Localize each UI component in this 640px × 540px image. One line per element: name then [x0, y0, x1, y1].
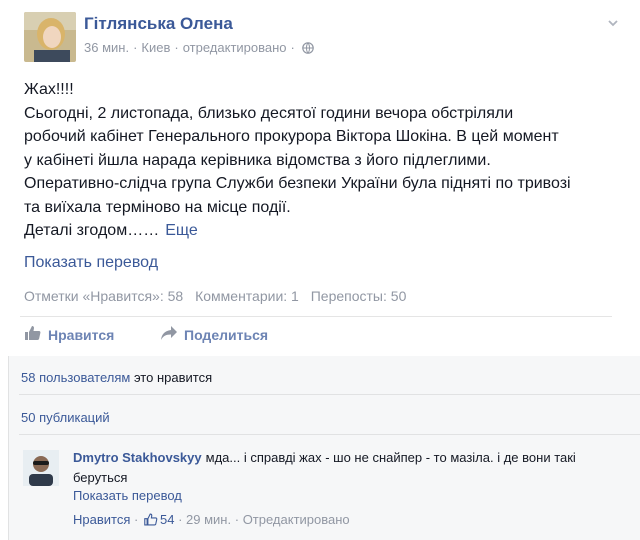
- post-line: робочий кабінет Генерального прокурора В…: [24, 128, 559, 145]
- comments-stat[interactable]: Комментарии: 1: [195, 288, 299, 304]
- chevron-down-icon[interactable]: [606, 16, 620, 30]
- see-more-link[interactable]: Еще: [165, 222, 198, 239]
- thumbs-up-icon: [144, 513, 158, 529]
- share-label: Поделиться: [184, 326, 269, 343]
- shares-stat[interactable]: Перепосты: 50: [311, 288, 407, 304]
- post-edited[interactable]: отредактировано: [183, 40, 287, 55]
- post-line: Оперативно-слідча група Служби безпеки У…: [24, 175, 571, 192]
- likes-summary: 58 пользователям это нравится: [21, 370, 213, 385]
- post-line: та виїхала терміново на місце події.: [24, 198, 291, 216]
- thumbs-up-icon: [24, 325, 48, 344]
- translate-link[interactable]: Показать перевод: [24, 254, 158, 272]
- comment-like-button[interactable]: Нравится: [73, 512, 130, 527]
- post-line: у кабінеті йшла нарада керівника відомст…: [24, 151, 491, 169]
- post-meta: 36 мин. · Киев · отредактировано ·: [84, 40, 314, 57]
- post-line-last: Деталі згодом…… Еще: [24, 222, 198, 239]
- commenter-avatar[interactable]: [23, 450, 59, 486]
- post-text: Жах!!!! Сьогодні, 2 листопада, близько д…: [24, 78, 614, 243]
- comment-like-count[interactable]: 54: [160, 512, 174, 527]
- post-line: Сьогодні, 2 листопада, близько десятої г…: [24, 104, 514, 122]
- post-time[interactable]: 36 мин.: [84, 40, 129, 55]
- divider: [20, 316, 612, 317]
- share-arrow-icon: [160, 325, 184, 344]
- comment-author[interactable]: Dmytro Stakhovskyy: [73, 450, 202, 465]
- comment-body: Dmytro Stakhovskyy мда... і справді жах -…: [73, 448, 593, 488]
- likes-stat[interactable]: Отметки «Нравится»: 58: [24, 288, 183, 304]
- like-label: Нравится: [48, 326, 115, 343]
- globe-icon[interactable]: [302, 42, 314, 57]
- post-stats: Отметки «Нравится»: 58 Комментарии: 1 Пе…: [24, 288, 414, 304]
- comment-time[interactable]: 29 мин.: [186, 512, 231, 527]
- shares-summary: 50 публикаций: [21, 410, 640, 425]
- author-avatar[interactable]: [24, 12, 76, 62]
- share-button[interactable]: Поделиться: [160, 325, 268, 344]
- author-name[interactable]: Гітлянська Олена: [84, 14, 233, 34]
- likes-count-link[interactable]: 58 пользователям: [21, 370, 130, 385]
- post-location[interactable]: Киев: [141, 40, 170, 55]
- divider: [19, 394, 640, 395]
- comment-meta: Нравится · 54 · 29 мин. · Отредактирован…: [73, 512, 350, 529]
- feedback-section: 58 пользователям это нравится 50 публика…: [8, 356, 640, 540]
- divider: [19, 434, 640, 435]
- post-line: Жах!!!!: [24, 81, 74, 98]
- post-header: Гітлянська Олена 36 мин. · Киев · отредактир…: [18, 10, 628, 64]
- like-button[interactable]: Нравится: [24, 325, 114, 344]
- comment-edited[interactable]: Отредактировано: [243, 512, 350, 527]
- comment-translate-link[interactable]: Показать перевод: [73, 488, 182, 503]
- shares-count-link[interactable]: 50 публикаций: [21, 410, 110, 425]
